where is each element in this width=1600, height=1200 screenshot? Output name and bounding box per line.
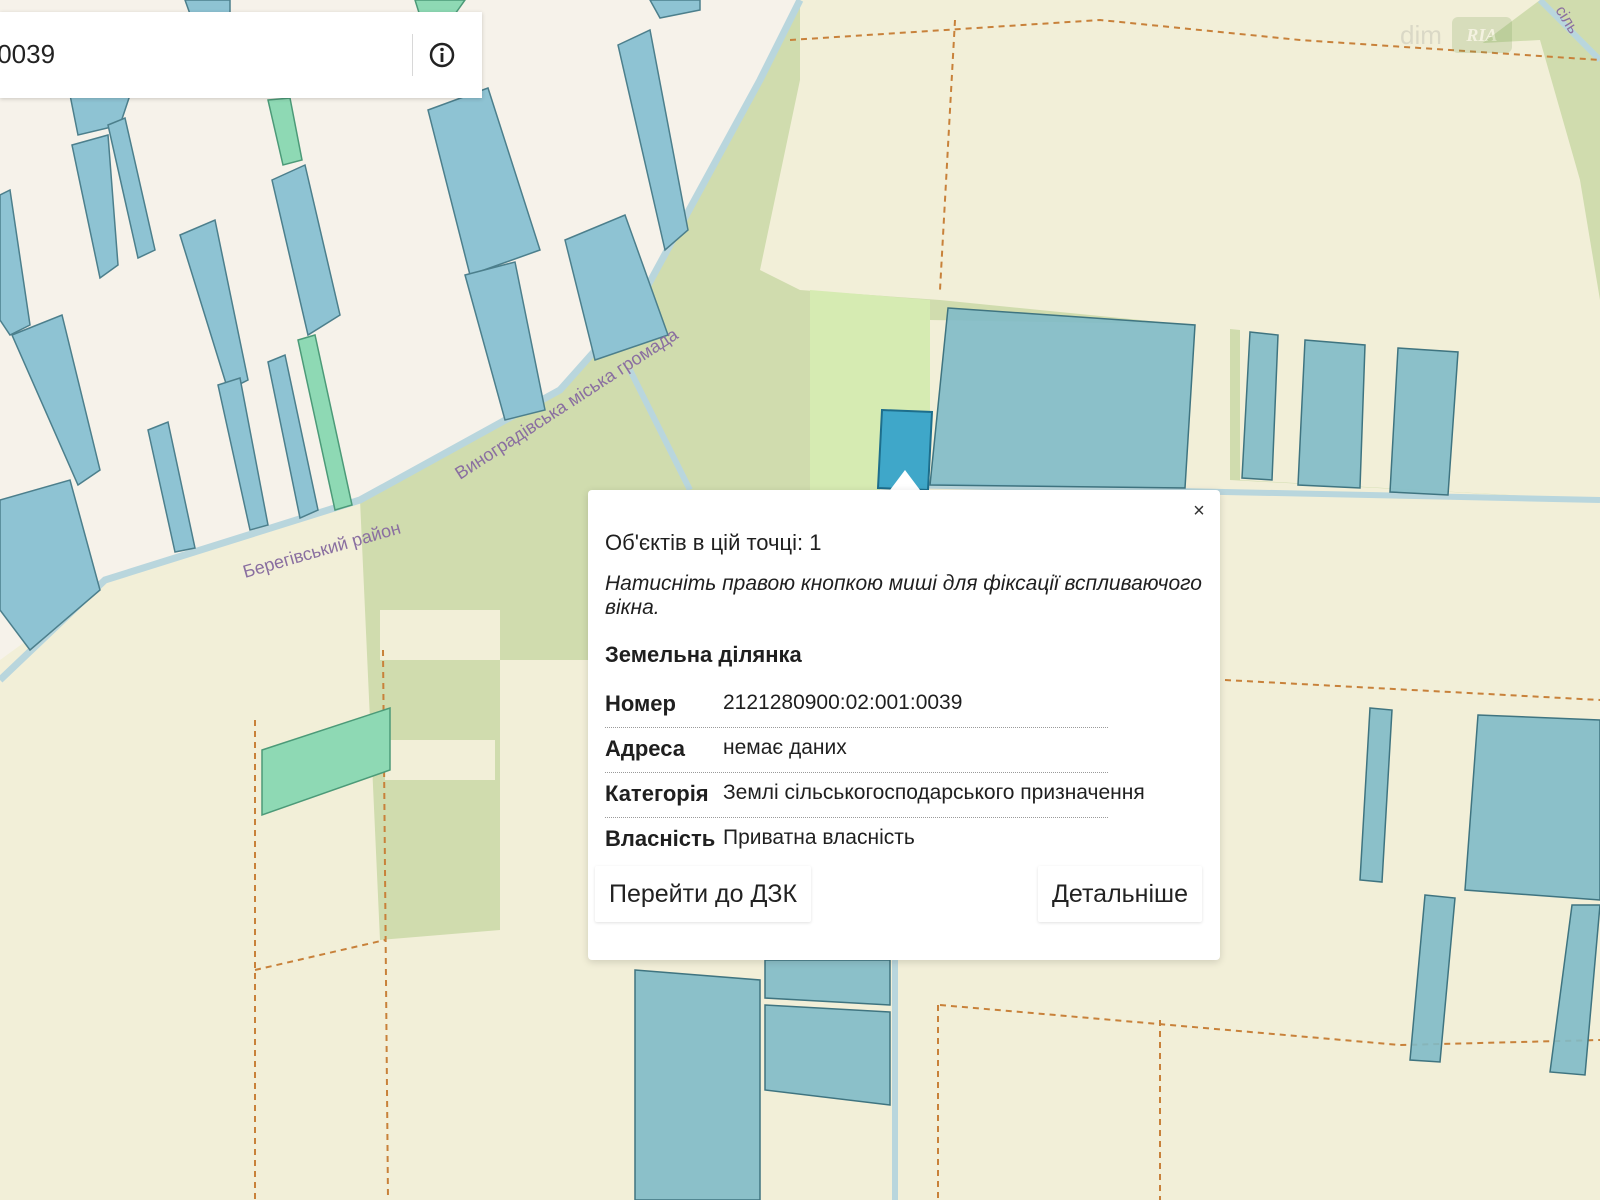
attribute-key: Адреса [605, 736, 685, 761]
attribute-value: Приватна власність [723, 826, 915, 849]
parcel[interactable] [634, 969, 761, 1200]
feature-popup: × Об'єктів в цій точці: 1 Натисніть прав… [588, 490, 1220, 960]
attribute-row: Категорія Землі сільськогосподарського п… [605, 773, 1145, 818]
parcel[interactable] [1297, 339, 1366, 489]
parcel[interactable] [1464, 714, 1600, 901]
field-clearing [385, 740, 495, 780]
attribute-value: немає даних [723, 736, 847, 759]
parcel[interactable] [764, 1004, 891, 1106]
attribute-key: Номер [605, 691, 676, 716]
search-box [0, 12, 482, 98]
section-title: Земельна ділянка [605, 642, 802, 667]
go-to-dzk-button[interactable]: Перейти до ДЗК [595, 866, 812, 922]
popup-hint: Натисніть правою кнопкою миші для фіксац… [605, 572, 1202, 619]
attribute-key: Власність [605, 826, 716, 851]
details-button[interactable]: Детальніше [1037, 866, 1202, 922]
info-icon[interactable] [428, 41, 456, 69]
search-input[interactable] [0, 34, 390, 74]
attribute-row: Номер 2121280900:02:001:0039 [605, 683, 1108, 728]
watermark-dim: dim [1400, 19, 1442, 50]
attribute-table: Номер 2121280900:02:001:0039 Адреса нема… [605, 683, 1145, 862]
watermark-ria: RIA [1451, 17, 1512, 53]
parcel[interactable] [764, 959, 891, 1006]
attribute-row: Адреса немає даних [605, 728, 1108, 773]
parcel[interactable] [1389, 347, 1459, 496]
popup-arrow [890, 470, 920, 490]
attribute-value: 2121280900:02:001:0039 [723, 691, 963, 714]
close-icon[interactable]: × [1188, 500, 1210, 522]
attribute-row: Власність Приватна власність [605, 818, 1108, 862]
parcel[interactable] [929, 307, 1196, 489]
field-clearing [380, 610, 500, 660]
attribute-value: Землі сільськогосподарського призначення [723, 781, 1145, 804]
watermark: dim RIA [1400, 10, 1570, 60]
attribute-key: Категорія [605, 781, 709, 806]
search-divider [412, 34, 413, 76]
objects-count: Об'єктів в цій точці: 1 [605, 530, 822, 555]
